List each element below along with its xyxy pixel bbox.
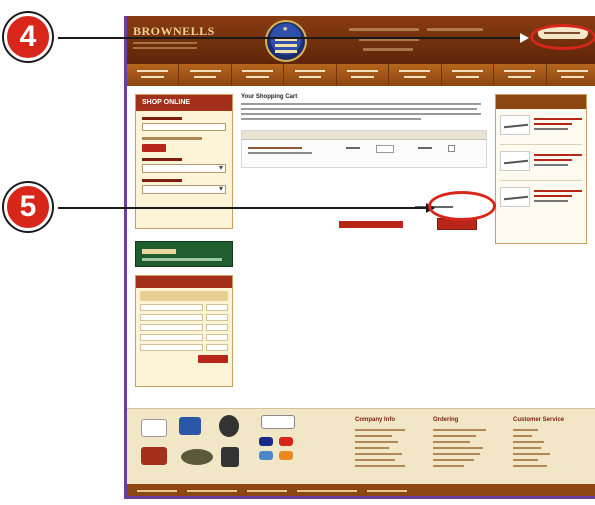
quick-order-row[interactable]	[140, 324, 228, 331]
quick-order-subtitle	[140, 291, 228, 301]
nav-item[interactable]	[127, 64, 180, 86]
product-thumbnail[interactable]	[500, 187, 530, 207]
cart-item-total	[418, 147, 432, 149]
quick-order-title	[136, 276, 232, 288]
left-sidebar: SHOP ONLINE	[135, 94, 233, 387]
search-input[interactable]	[142, 123, 226, 131]
quick-order-row[interactable]	[140, 304, 228, 311]
quantity-input[interactable]	[376, 145, 394, 153]
search-button[interactable]	[142, 144, 166, 152]
nav-item[interactable]	[442, 64, 495, 86]
shop-online-title: SHOP ONLINE	[136, 95, 232, 111]
footer-heading: Ordering	[433, 417, 459, 423]
annotated-screenshot: BROWNELLS ★ SHOP ONLINE ▾ ▾ Your Shoppin…	[0, 0, 595, 505]
main-nav	[127, 64, 595, 86]
step-4-callout: 4	[4, 13, 52, 61]
step-4-pointer-line	[58, 37, 528, 39]
cart-item-link[interactable]	[248, 147, 302, 149]
step-5-highlight-ring	[428, 191, 496, 221]
quick-order-panel	[135, 275, 233, 387]
related-product[interactable]	[500, 187, 582, 217]
add-to-cart-button[interactable]	[198, 355, 228, 363]
cart-table-header	[242, 131, 486, 140]
cart-instructions	[241, 113, 481, 115]
footer-bottom-bar	[127, 484, 595, 496]
shield-badge-icon	[141, 447, 167, 465]
related-product[interactable]	[500, 115, 582, 145]
quick-order-row[interactable]	[140, 334, 228, 341]
nav-item[interactable]	[284, 64, 337, 86]
website-screenshot: BROWNELLS ★ SHOP ONLINE ▾ ▾ Your Shoppin…	[124, 16, 595, 499]
category-select[interactable]	[142, 184, 226, 194]
nav-item[interactable]	[547, 64, 595, 86]
usa-badge-icon	[221, 447, 239, 467]
verisign-badge-icon	[141, 419, 167, 437]
cart-instructions	[241, 103, 481, 105]
pro-banner[interactable]	[135, 241, 233, 267]
product-thumbnail[interactable]	[500, 151, 530, 171]
card-mastercard-icon	[279, 437, 293, 446]
cart-instructions	[241, 108, 477, 110]
bbb-badge-icon	[179, 417, 201, 435]
cart-content: Your Shopping Cart	[241, 94, 487, 230]
site-footer: Company Info Ordering Customer Service	[127, 408, 595, 484]
cart-item-description	[248, 152, 312, 154]
footer-heading: Customer Service	[513, 417, 565, 423]
nav-item[interactable]	[337, 64, 390, 86]
nra-badge-icon	[219, 415, 239, 437]
product-thumbnail[interactable]	[500, 115, 530, 135]
footer-company-info: Company Info	[355, 417, 417, 471]
card-amex-icon	[259, 451, 273, 460]
card-visa-icon	[259, 437, 273, 446]
payment-logos-icon	[261, 415, 295, 429]
quick-order-row[interactable]	[140, 344, 228, 351]
related-product[interactable]	[500, 151, 582, 181]
search-option	[142, 137, 202, 140]
manufacturer-select[interactable]	[142, 163, 226, 173]
category-label	[142, 179, 182, 182]
cart-table	[241, 130, 487, 168]
card-discover-icon	[279, 451, 293, 460]
footer-heading: Company Info	[355, 417, 395, 423]
cart-title: Your Shopping Cart	[241, 94, 298, 100]
nav-item[interactable]	[389, 64, 442, 86]
search-label	[142, 117, 182, 120]
header-text-line	[349, 28, 419, 31]
step-5-pointer-line	[58, 207, 434, 209]
header-text-line	[363, 48, 413, 51]
related-products-title	[496, 95, 586, 109]
quick-order-row[interactable]	[140, 314, 228, 321]
step-4-arrow-icon	[520, 33, 529, 43]
hunting-badge-icon	[181, 449, 213, 465]
anniversary-badge-icon: ★	[265, 20, 307, 62]
step-5-callout: 5	[4, 183, 52, 231]
header-text-line	[427, 28, 483, 31]
related-products-panel	[495, 94, 587, 244]
step-4-highlight-ring	[530, 24, 595, 50]
continue-shopping-button[interactable]	[339, 221, 403, 228]
logo-tagline	[133, 38, 197, 50]
manufacturer-label	[142, 158, 182, 161]
remove-checkbox[interactable]	[448, 145, 455, 152]
nav-item[interactable]	[232, 64, 285, 86]
footer-customer-service: Customer Service	[513, 417, 575, 471]
cart-item-price	[346, 147, 360, 149]
footer-ordering: Ordering	[433, 417, 495, 471]
cart-instructions	[241, 118, 421, 120]
nav-item[interactable]	[494, 64, 547, 86]
nav-item[interactable]	[179, 64, 232, 86]
